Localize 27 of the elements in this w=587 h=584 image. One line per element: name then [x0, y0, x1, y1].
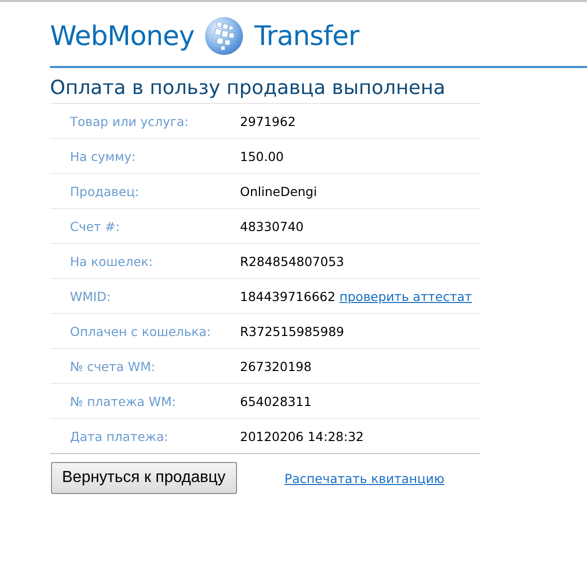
logo-text: WebMoney [50, 20, 194, 52]
page-title: Оплата в пользу продавца выполнена [50, 68, 480, 104]
print-receipt-link[interactable]: Распечатать квитанцию [284, 470, 444, 486]
field-value: R284854807053 [240, 254, 344, 268]
field-label: Дата платежа: [69, 428, 170, 444]
field-label: Оплачен с кошелька: [69, 324, 212, 338]
field-value: 150.00 [240, 148, 284, 164]
field-label: № платежа WM: [69, 394, 178, 408]
globe-icon [204, 16, 244, 56]
field-label: На сумму: [69, 148, 137, 164]
field-value: 20120206 14:28:32 [240, 428, 364, 444]
field-value: 184439716662 [240, 288, 336, 304]
field-value: 48330740 [240, 218, 304, 234]
field-value: OnlineDengi [240, 184, 317, 198]
field-label: № счета WM: [69, 358, 156, 374]
check-certificate-link[interactable]: проверить аттестат [339, 288, 472, 304]
field-label: Продавец: [69, 184, 140, 198]
field-value: R372515985989 [240, 324, 344, 338]
field-label: На кошелек: [69, 254, 154, 268]
field-label: Счет #: [69, 218, 121, 234]
field-value: 267320198 [240, 358, 312, 374]
back-to-seller-button[interactable]: Вернуться к продавцу [51, 462, 237, 494]
logo-text: Transfer [254, 20, 359, 52]
field-label: Товар или услуга: [69, 114, 190, 128]
field-value: 2971962 [240, 114, 296, 128]
field-label: WMID: [69, 288, 112, 304]
field-value: 654028311 [240, 394, 312, 408]
